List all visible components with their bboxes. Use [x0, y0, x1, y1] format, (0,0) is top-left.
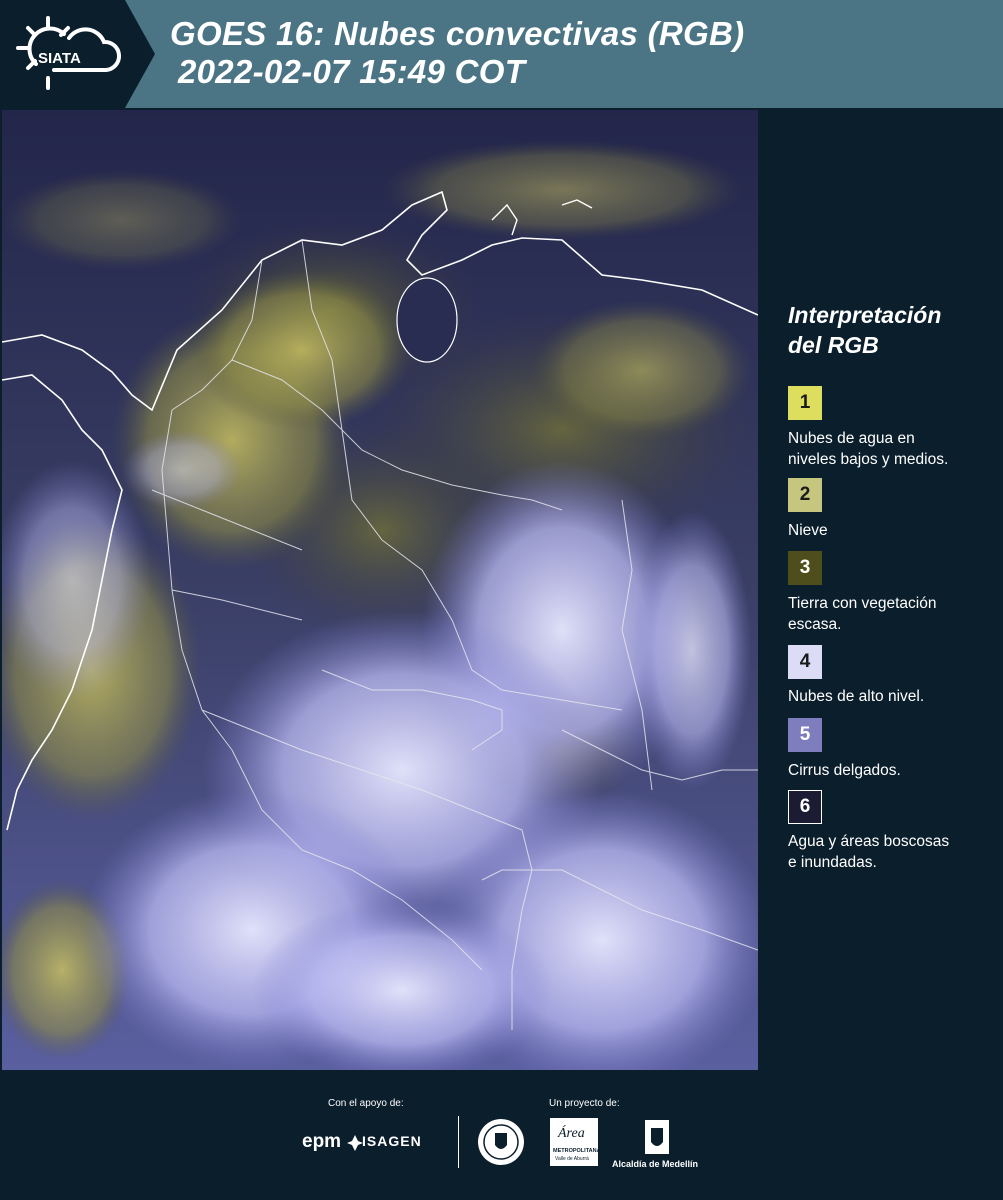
legend-item-3-line1: Tierra con vegetación: [788, 595, 937, 612]
legend-panel: Interpretación del RGB 1 Nubes de agua e…: [760, 110, 1003, 1070]
area-metropolitana-logo: Área METROPOLITANA Valle de Aburrá: [550, 1118, 601, 1166]
legend-item-2-line1: Nieve: [788, 522, 828, 539]
logo-block: SIATA: [0, 0, 155, 108]
epm-logo: epm: [302, 1131, 342, 1152]
legend-title-line1: Interpretación: [788, 302, 942, 328]
legend-item-label-4: Nubes de alto nivel.: [788, 686, 988, 707]
footer: Con el apoyo de: Un proyecto de: epm ISA…: [0, 1070, 1003, 1200]
area-logo-text: Área: [558, 1126, 585, 1141]
isagen-logo: ISAGEN: [362, 1133, 422, 1149]
alcaldia-seal-icon: [645, 1120, 669, 1154]
legend-swatch-1: 1: [788, 386, 822, 420]
legend-swatch-2: 2: [788, 478, 822, 512]
legend-item-6-line1: Agua y áreas boscosas: [788, 833, 950, 850]
alcaldia-label: Alcaldía de Medellín: [612, 1159, 699, 1169]
legend-title: Interpretación del RGB: [788, 300, 941, 360]
legend-item-3-line2: escasa.: [788, 616, 842, 633]
project-label: Un proyecto de:: [549, 1098, 620, 1109]
page-timestamp: 2022-02-07 15:49 COT: [178, 53, 526, 90]
satellite-map: [2, 110, 758, 1070]
footer-divider: [458, 1116, 459, 1168]
legend-item-1-line2: niveles bajos y medios.: [788, 451, 949, 468]
logo-text: SIATA: [38, 50, 81, 67]
legend-swatch-3: 3: [788, 551, 822, 585]
legend-item-label-5: Cirrus delgados.: [788, 760, 988, 781]
legend-item-label-6: Agua y áreas boscosas e inundadas.: [788, 831, 988, 873]
legend-swatch-4: 4: [788, 645, 822, 679]
legend-item-label-2: Nieve: [788, 520, 988, 541]
medellin-seal-icon: [478, 1119, 524, 1165]
area-logo-sub: METROPOLITANA: [553, 1148, 601, 1154]
legend-item-4-line1: Nubes de alto nivel.: [788, 688, 925, 705]
area-logo-sub2: Valle de Aburrá: [555, 1156, 589, 1162]
legend-title-line2: del RGB: [788, 332, 879, 358]
page-title: GOES 16: Nubes convectivas (RGB): [170, 15, 745, 52]
legend-item-1-line1: Nubes de agua en: [788, 430, 915, 447]
siata-logo-icon: SIATA: [16, 16, 122, 90]
legend-swatch-5: 5: [788, 718, 822, 752]
header-bar: SIATA GOES 16: Nubes convectivas (RGB) 2…: [0, 0, 1003, 108]
legend-item-6-line2: e inundadas.: [788, 854, 877, 871]
support-label: Con el apoyo de:: [328, 1098, 404, 1109]
legend-item-label-3: Tierra con vegetación escasa.: [788, 593, 988, 635]
satellite-image: [2, 110, 758, 1070]
legend-swatch-6: 6: [788, 790, 822, 824]
legend-item-5-line1: Cirrus delgados.: [788, 762, 901, 779]
legend-item-label-1: Nubes de agua en niveles bajos y medios.: [788, 428, 988, 470]
